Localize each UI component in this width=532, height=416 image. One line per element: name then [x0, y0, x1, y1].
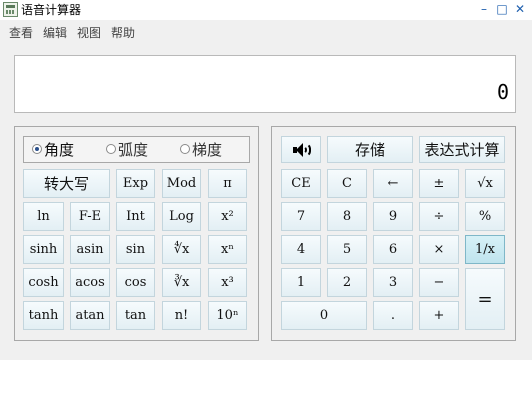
- menu-display[interactable]: 视图: [77, 25, 101, 41]
- ln-button[interactable]: ln: [23, 202, 64, 231]
- cube-button[interactable]: x³: [208, 268, 247, 297]
- menu-bar: 查看 编辑 视图 帮助: [0, 22, 532, 44]
- fourth-root-button[interactable]: ∜x: [162, 235, 201, 264]
- radio-checked-icon: [32, 144, 42, 154]
- int-button[interactable]: Int: [116, 202, 155, 231]
- voice-toggle-button[interactable]: [281, 136, 321, 163]
- digit-1-button[interactable]: 1: [281, 268, 321, 297]
- display-value: 0: [496, 80, 509, 104]
- digit-3-button[interactable]: 3: [373, 268, 413, 297]
- power-n-button[interactable]: xⁿ: [208, 235, 247, 264]
- memory-store-button[interactable]: 存储: [327, 136, 413, 163]
- digit-0-button[interactable]: 0: [281, 301, 367, 330]
- factorial-button[interactable]: n!: [162, 301, 201, 330]
- digit-8-button[interactable]: 8: [327, 202, 367, 231]
- atan-button[interactable]: atan: [70, 301, 110, 330]
- divide-button[interactable]: ÷: [419, 202, 459, 231]
- title-bar: 语音计算器 – □ ✕: [0, 0, 532, 20]
- negate-button[interactable]: ±: [419, 169, 459, 198]
- menu-view[interactable]: 查看: [9, 25, 33, 41]
- calculator-window: 语音计算器 – □ ✕ 查看 编辑 视图 帮助 0 角度 弧度 梯度 转大写 E…: [0, 0, 532, 360]
- clear-button[interactable]: C: [327, 169, 367, 198]
- result-display: 0: [14, 55, 516, 113]
- angle-mode-group: 角度 弧度 梯度: [23, 136, 250, 163]
- digit-5-button[interactable]: 5: [327, 235, 367, 264]
- menu-edit[interactable]: 编辑: [43, 25, 67, 41]
- digit-4-button[interactable]: 4: [281, 235, 321, 264]
- tanh-button[interactable]: tanh: [23, 301, 64, 330]
- close-button[interactable]: ✕: [512, 1, 528, 17]
- subtract-button[interactable]: −: [419, 268, 459, 297]
- pi-button[interactable]: π: [208, 169, 247, 198]
- cos-button[interactable]: cos: [116, 268, 155, 297]
- cube-root-button[interactable]: ∛x: [162, 268, 201, 297]
- asin-button[interactable]: asin: [70, 235, 110, 264]
- radio-degree[interactable]: 角度: [32, 142, 74, 159]
- multiply-button[interactable]: ×: [419, 235, 459, 264]
- square-button[interactable]: x²: [208, 202, 247, 231]
- cosh-button[interactable]: cosh: [23, 268, 64, 297]
- digit-6-button[interactable]: 6: [373, 235, 413, 264]
- mod-button[interactable]: Mod: [162, 169, 201, 198]
- sqrt-button[interactable]: √x: [465, 169, 505, 198]
- uppercase-button[interactable]: 转大写: [23, 169, 110, 198]
- equals-button[interactable]: =: [465, 268, 505, 330]
- decimal-button[interactable]: .: [373, 301, 413, 330]
- ten-power-button[interactable]: 10ⁿ: [208, 301, 247, 330]
- exp-button[interactable]: Exp: [116, 169, 155, 198]
- calculator-app-icon: [3, 2, 18, 17]
- fe-button[interactable]: F-E: [70, 202, 110, 231]
- add-button[interactable]: +: [419, 301, 459, 330]
- percent-button[interactable]: %: [465, 202, 505, 231]
- radio-gradian[interactable]: 梯度: [180, 142, 222, 159]
- digit-7-button[interactable]: 7: [281, 202, 321, 231]
- digit-9-button[interactable]: 9: [373, 202, 413, 231]
- maximize-button[interactable]: □: [494, 1, 510, 17]
- reciprocal-button[interactable]: 1/x: [465, 235, 505, 264]
- radio-radian[interactable]: 弧度: [106, 142, 148, 159]
- radio-unchecked-icon: [180, 144, 190, 154]
- speaker-icon: [292, 142, 311, 157]
- expression-calc-button[interactable]: 表达式计算: [419, 136, 505, 163]
- minimize-button[interactable]: –: [476, 1, 492, 17]
- menu-help[interactable]: 帮助: [111, 25, 135, 41]
- tan-button[interactable]: tan: [116, 301, 155, 330]
- radio-unchecked-icon: [106, 144, 116, 154]
- sin-button[interactable]: sin: [116, 235, 155, 264]
- window-title: 语音计算器: [21, 3, 82, 17]
- acos-button[interactable]: acos: [70, 268, 110, 297]
- log-button[interactable]: Log: [162, 202, 201, 231]
- digit-2-button[interactable]: 2: [327, 268, 367, 297]
- clear-entry-button[interactable]: CE: [281, 169, 321, 198]
- backspace-button[interactable]: ←: [373, 169, 413, 198]
- sinh-button[interactable]: sinh: [23, 235, 64, 264]
